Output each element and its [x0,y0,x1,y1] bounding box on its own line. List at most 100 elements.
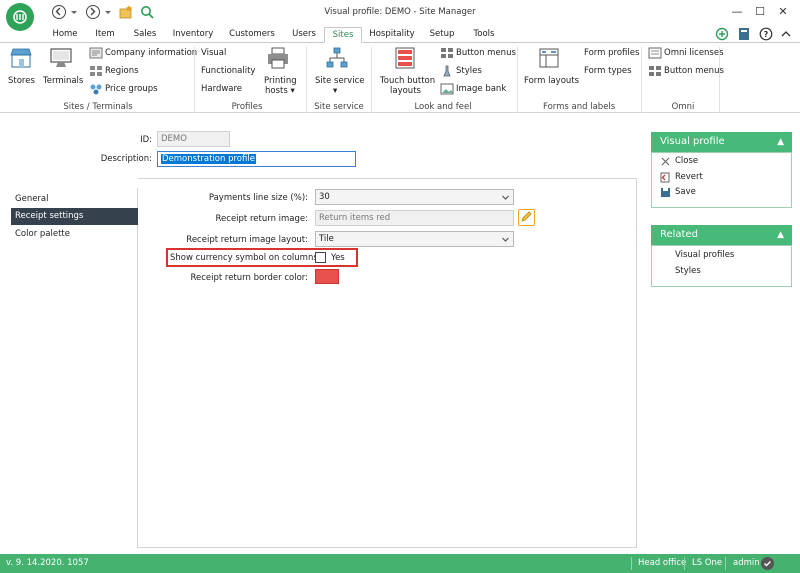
button-menus-button[interactable]: Button menus [456,48,516,58]
site-service-dropdown[interactable]: ▾ [333,86,337,96]
receipt-return-image-field: Return items red [315,210,514,226]
tab-item[interactable]: Item [88,27,122,43]
visual-profile-panel-title: Visual profile [660,136,725,147]
tab-users[interactable]: Users [286,27,322,43]
add-circle-icon[interactable] [715,27,729,41]
styles-icon [440,65,454,77]
tab-inventory[interactable]: Inventory [167,27,219,43]
ribbon-separator [517,47,518,113]
user-text: admin [733,558,760,568]
maximize-button[interactable]: ☐ [752,4,768,20]
ribbon-separator [306,47,307,113]
receipt-return-border-color-swatch[interactable] [315,269,339,284]
tab-setup[interactable]: Setup [424,27,460,43]
related-panel-title: Related [660,229,698,240]
status-bar: v. 9. 14.2020. 1057 Head office LS One a… [0,554,800,573]
nav-item-color-palette[interactable]: Color palette [11,226,138,243]
hardware-profile-button[interactable]: Hardware [201,84,242,94]
touch-button-layouts-button[interactable]: Touch button [380,76,435,86]
terminals-icon[interactable] [49,46,73,70]
regions-button[interactable]: Regions [105,66,139,76]
terminals-button[interactable]: Terminals [43,76,83,86]
close-action[interactable]: Close [675,156,698,166]
edit-image-button[interactable] [518,209,535,226]
image-bank-icon [440,83,454,95]
price-groups-button[interactable]: Price groups [105,84,158,94]
status-separator [631,557,632,570]
button-menus-icon [440,47,454,59]
help-icon[interactable]: ? [759,27,773,41]
group-label-forms-and-labels: Forms and labels [543,102,616,112]
tab-home[interactable]: Home [45,27,85,43]
group-label-look-and-feel: Look and feel [414,102,472,112]
company-information-button[interactable]: Company information [105,48,197,58]
tab-hospitality[interactable]: Hospitality [366,27,418,43]
omni-licenses-button[interactable]: Omni licenses [664,48,724,58]
omni-button-menus-button[interactable]: Button menus [664,66,724,76]
collapse-chevron-icon[interactable]: ▲ [777,225,784,245]
close-icon [661,157,670,166]
show-currency-symbol-label: Show currency symbol on columns: [170,253,321,263]
site-service-icon[interactable] [325,46,349,70]
form-layouts-button[interactable]: Form layouts [524,76,579,86]
description-field[interactable]: Demonstration profile [157,151,356,167]
payments-line-size-label: Payments line size (%): [208,193,308,203]
title-bar: Visual profile: DEMO - Site Manager — ☐ … [0,0,800,31]
printer-icon[interactable] [266,46,290,70]
id-label: ID: [140,135,152,145]
visual-profile-button[interactable]: Visual [201,48,226,58]
visual-profile-panel: Close Revert Save [651,152,792,208]
group-label-sites-terminals: Sites / Terminals [63,102,133,112]
product-text: LS One [692,558,723,568]
tab-customers[interactable]: Customers [224,27,280,43]
stores-button[interactable]: Stores [8,76,35,86]
omni-licenses-icon [648,47,662,59]
styles-button[interactable]: Styles [456,66,482,76]
visual-profile-panel-header: Visual profile ▲ [651,132,792,152]
related-panel-header: Related ▲ [651,225,792,245]
version-text: v. 9. 14.2020. 1057 [6,558,89,568]
form-profiles-button[interactable]: Form profiles [584,48,639,58]
ribbon-separator [719,47,720,113]
close-window-button[interactable]: ✕ [775,4,791,20]
omni-button-menus-icon [648,65,662,77]
image-bank-button[interactable]: Image bank [456,84,506,94]
window-title: Visual profile: DEMO - Site Manager [324,7,476,17]
printing-hosts-dropdown[interactable]: hosts ▾ [265,86,295,96]
collapse-chevron-icon[interactable]: ▲ [777,132,784,152]
site-service-button[interactable]: Site service [315,76,364,86]
form-types-button[interactable]: Form types [584,66,632,76]
nav-item-general[interactable]: General [11,191,138,208]
id-field: DEMO [157,131,230,147]
minimize-button[interactable]: — [729,4,745,20]
related-panel: Visual profiles Styles [651,245,792,287]
revert-icon [660,172,670,183]
related-link-styles[interactable]: Styles [675,266,701,276]
touch-button-layouts-button-line2[interactable]: layouts [390,86,421,96]
show-currency-symbol-checkbox[interactable] [315,252,326,263]
settings-nav: General Receipt settings Color palette [11,188,138,548]
save-action[interactable]: Save [675,187,696,197]
save-icon [661,188,670,197]
payments-line-size-combo[interactable]: 30 [315,189,514,205]
show-currency-symbol-text: Yes [331,253,345,263]
ribbon: Stores Terminals Company information Reg… [0,43,800,113]
touch-button-layouts-icon[interactable] [393,46,417,70]
printing-hosts-button[interactable]: Printing [264,76,297,86]
description-value: Demonstration profile [161,154,256,164]
tab-tools[interactable]: Tools [466,27,502,43]
form-layouts-icon[interactable] [537,46,561,70]
group-label-profiles: Profiles [231,102,263,112]
tab-sales[interactable]: Sales [126,27,164,43]
notebook-icon[interactable] [737,27,751,41]
receipt-return-image-label: Receipt return image: [215,214,308,224]
nav-item-receipt-settings[interactable]: Receipt settings [11,208,138,225]
ribbon-separator [371,47,372,113]
tab-sites[interactable]: Sites [324,27,362,43]
revert-action[interactable]: Revert [675,172,703,182]
ribbon-collapse-icon[interactable] [781,29,791,39]
stores-icon[interactable] [9,46,33,70]
receipt-return-image-layout-combo[interactable]: Tile [315,231,514,247]
functionality-profile-button[interactable]: Functionality [201,66,255,76]
related-link-visual-profiles[interactable]: Visual profiles [675,250,734,260]
